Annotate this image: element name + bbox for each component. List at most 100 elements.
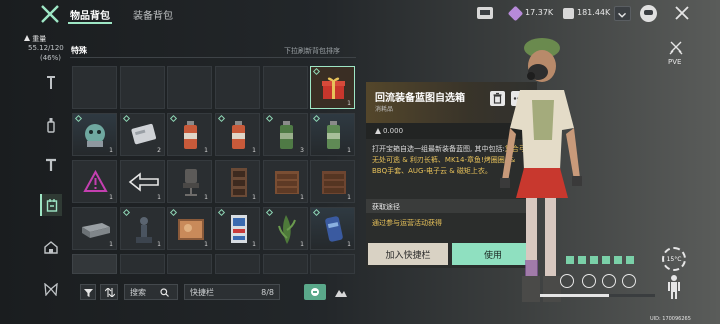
category-label: 特殊: [71, 46, 87, 55]
grid-cell-item[interactable]: 1: [215, 160, 260, 203]
currency-dropdown-button[interactable]: [614, 6, 631, 21]
item-count: 1: [157, 241, 161, 248]
special-item-icon: [46, 199, 58, 212]
stamina-stat-icon[interactable]: [560, 274, 574, 288]
item-tag-icon: [265, 208, 274, 217]
grid-cell-item[interactable]: 1: [72, 160, 117, 203]
cabinet-icon: [275, 171, 299, 194]
mood-stat-icon[interactable]: [622, 274, 636, 288]
grid-cell-partial[interactable]: [215, 254, 260, 274]
character-model: [500, 38, 582, 302]
wrench-icon: [47, 76, 55, 89]
grid-cell-item[interactable]: 1: [215, 113, 260, 156]
item-count: 1: [204, 147, 208, 154]
grid-cell-item[interactable]: 2: [120, 113, 165, 156]
add-to-quickbar-button[interactable]: 加入快捷栏: [368, 243, 448, 265]
item-count: 1: [204, 241, 208, 248]
mail-icon[interactable]: [477, 7, 493, 19]
grid-cell-partial[interactable]: [120, 254, 165, 274]
pet-filter-button[interactable]: [304, 284, 326, 300]
grid-cell-empty[interactable]: [120, 66, 165, 109]
sidebar-special-tab[interactable]: [40, 194, 62, 216]
terrain-filter-button[interactable]: [330, 284, 352, 300]
grid-cell-partial[interactable]: [263, 254, 308, 274]
sidebar-building-tab[interactable]: [40, 236, 62, 258]
tab-equipment-backpack[interactable]: 装备背包: [133, 7, 173, 22]
item-tag-icon: [122, 114, 131, 123]
grid-cell-item[interactable]: 1: [72, 113, 117, 156]
grid-cell-empty[interactable]: [263, 66, 308, 109]
close-icon[interactable]: [674, 5, 690, 21]
grid-cell-item[interactable]: 1: [72, 207, 117, 250]
item-count: 1: [109, 194, 113, 201]
green-canister-icon: [280, 121, 293, 149]
grid-cell-item[interactable]: 1: [167, 113, 212, 156]
item-count: 1: [157, 194, 161, 201]
sort-button[interactable]: [100, 284, 118, 300]
weight-label-row: 重量: [24, 34, 46, 44]
item-count: 1: [300, 194, 304, 201]
green-canister-icon: [327, 121, 340, 149]
canister-icon: [184, 121, 197, 149]
blue-pack-icon: [325, 216, 343, 242]
weight-icon: [24, 35, 30, 41]
buff-icon[interactable]: [626, 256, 634, 264]
item-tag-icon: [265, 114, 274, 123]
grid-cell-item[interactable]: 1: [120, 207, 165, 250]
weight-small-icon: [375, 128, 381, 134]
canister-icon: [232, 121, 245, 149]
sidebar-misc-tab[interactable]: [40, 278, 62, 300]
grid-cell-empty[interactable]: [167, 66, 212, 109]
arrow-left-icon: [128, 172, 159, 192]
grid-cell-partial[interactable]: [310, 254, 355, 274]
tab-item-backpack[interactable]: 物品背包: [70, 7, 110, 22]
statue-icon: [136, 217, 152, 243]
grid-cell-item[interactable]: 1: [310, 113, 355, 156]
search-input[interactable]: 搜索: [124, 284, 178, 300]
quickbar-selector[interactable]: 快捷栏 8/8: [184, 284, 280, 300]
crate-icon: [82, 223, 110, 238]
cabinet-icon: [322, 171, 346, 194]
grid-cell-item[interactable]: 1: [310, 160, 355, 203]
sidebar-consumable-tab[interactable]: [40, 114, 62, 136]
grid-cell-empty[interactable]: [72, 66, 117, 109]
mountain-icon: [335, 290, 347, 297]
buff-icon[interactable]: [566, 256, 574, 264]
item-tag-icon: [169, 114, 178, 123]
buff-icon[interactable]: [578, 256, 586, 264]
quickbar-count: 8/8: [261, 287, 274, 297]
grid-cell-item[interactable]: 1: [263, 207, 308, 250]
grid-cell-empty[interactable]: [215, 66, 260, 109]
grid-cell-item[interactable]: 1: [120, 160, 165, 203]
item-count: 1: [109, 241, 113, 248]
butterfly-icon: [44, 282, 58, 296]
gem-amount: 17.37K: [525, 8, 554, 17]
buff-icon[interactable]: [614, 256, 622, 264]
food-stat-icon[interactable]: [582, 274, 596, 288]
grid-cell-partial[interactable]: [167, 254, 212, 274]
grid-cell-item[interactable]: 1: [310, 207, 355, 250]
grid-cell-item[interactable]: 3: [263, 113, 308, 156]
grid-cell-partial[interactable]: [72, 254, 117, 274]
active-tab-indicator: [68, 22, 112, 24]
grid-cell-item[interactable]: 1: [167, 207, 212, 250]
item-count: 1: [204, 194, 208, 201]
filter-button[interactable]: [80, 284, 96, 300]
sidebar-weapon-tab[interactable]: [40, 72, 62, 94]
grid-cell-item[interactable]: 1: [167, 160, 212, 203]
crossed-swords-icon[interactable]: [669, 40, 683, 56]
buff-icon[interactable]: [602, 256, 610, 264]
item-count: 1: [252, 147, 256, 154]
game-logo-icon: [41, 5, 59, 23]
grid-cell-item[interactable]: 1: [263, 160, 308, 203]
body-status-icon: [668, 275, 680, 299]
house-icon: [44, 240, 58, 254]
buff-icon[interactable]: [590, 256, 598, 264]
pet-icon: [311, 288, 319, 296]
water-stat-icon[interactable]: [602, 274, 616, 288]
pet-avatar-icon[interactable]: [640, 5, 657, 22]
grid-cell-item[interactable]: 1: [215, 207, 260, 250]
sidebar-tool-tab[interactable]: [40, 154, 62, 176]
grid-cell-blueprint-box[interactable]: 1: [310, 66, 355, 109]
item-tag-icon: [217, 114, 226, 123]
